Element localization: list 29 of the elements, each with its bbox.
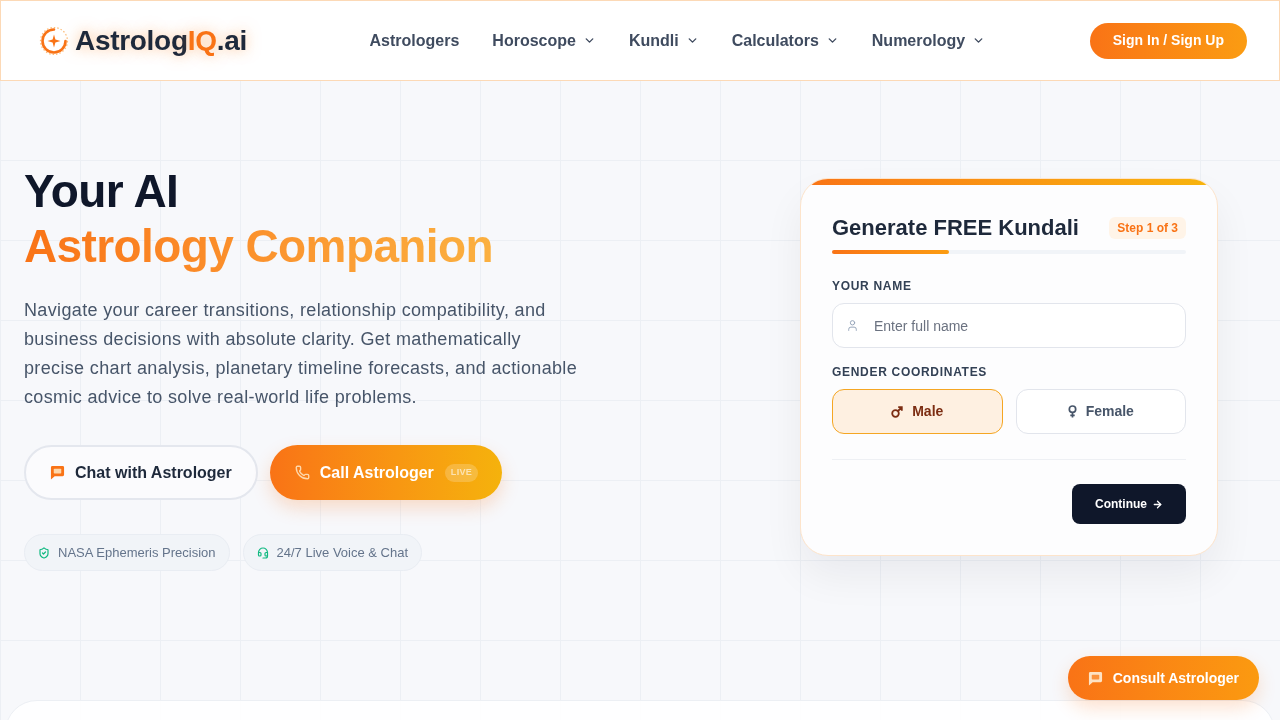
user-icon bbox=[846, 319, 859, 332]
female-symbol-icon bbox=[1067, 405, 1077, 418]
hero-description: Navigate your career transitions, relationship compatibility, and business decisions with absolute clarity. Get mathematically precise chart analysis, planetary timeline forecasts, and actionable cosmic advice to solve real-world life problems. bbox=[24, 299, 579, 409]
nav-item[interactable]: Kundli bbox=[628, 28, 699, 53]
phone-icon bbox=[294, 465, 310, 480]
nav-item[interactable]: Numerology bbox=[871, 28, 986, 53]
gender-option[interactable]: Female bbox=[1015, 389, 1186, 434]
nav-item[interactable]: Horoscope bbox=[492, 28, 596, 53]
chat-icon bbox=[1087, 670, 1103, 686]
male-symbol-icon bbox=[891, 405, 904, 418]
field-label: YOUR NAME bbox=[832, 278, 913, 294]
arrow-right-icon bbox=[1152, 498, 1163, 510]
feature-label: NASA Ephemeris Precision bbox=[58, 543, 216, 562]
chat-button[interactable]: Chat with Astrologer bbox=[24, 445, 258, 500]
logo-text[interactable]: AstrologIQ.ai bbox=[75, 23, 247, 58]
nav-item[interactable]: Astrologers bbox=[369, 28, 460, 53]
name-input[interactable]: Enter full name bbox=[832, 303, 1186, 348]
continue-button[interactable]: Continue bbox=[1072, 484, 1186, 524]
nav-item[interactable]: Calculators bbox=[731, 28, 839, 53]
hero-title: Your AI bbox=[24, 164, 179, 219]
chat-icon bbox=[50, 465, 65, 480]
headset-icon bbox=[256, 546, 269, 559]
gender-option[interactable]: Male bbox=[832, 389, 1003, 434]
live-badge: LIVE bbox=[444, 463, 479, 482]
field-label: GENDER COORDINATES bbox=[832, 364, 989, 380]
form-title: Generate FREE Kundali bbox=[832, 214, 1079, 242]
feature-label: 24/7 Live Voice & Chat bbox=[276, 543, 409, 562]
shield-check-icon bbox=[38, 546, 50, 559]
step-badge: Step 1 of 3 bbox=[1109, 217, 1186, 239]
